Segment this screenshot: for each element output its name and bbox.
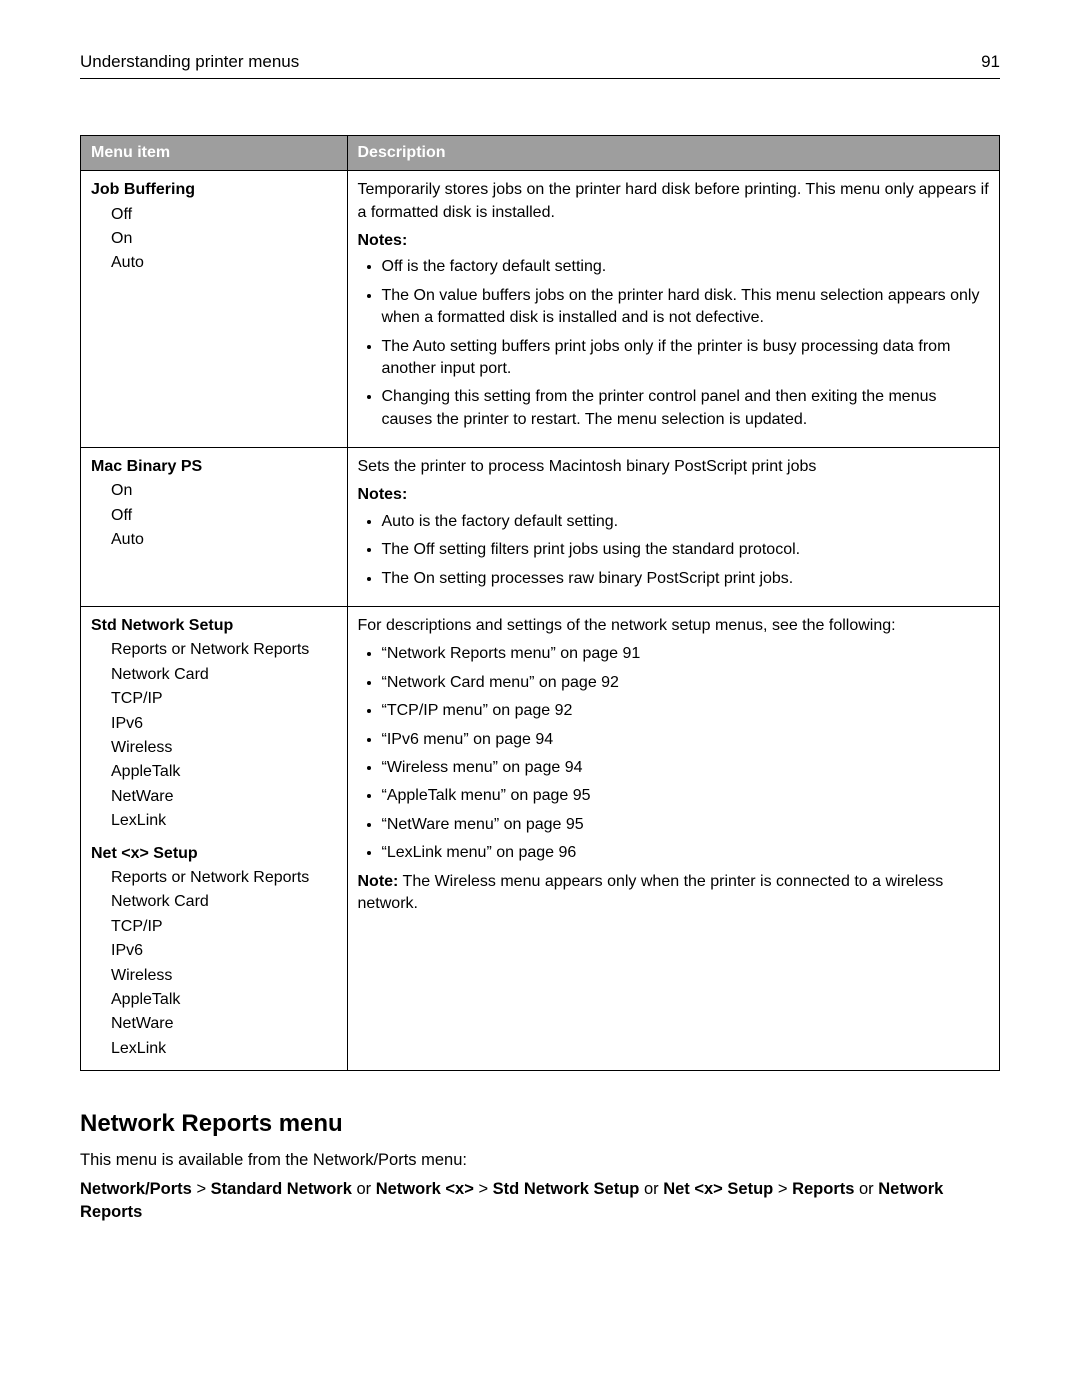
note-item: The On setting processes raw binary Post… bbox=[382, 568, 990, 590]
crumb-part: Standard Network bbox=[211, 1180, 352, 1198]
menu-option: Network Card bbox=[111, 891, 337, 913]
link-item: “IPv6 menu” on page 94 bbox=[382, 729, 990, 751]
link-item: “Network Reports menu” on page 91 bbox=[382, 643, 990, 665]
menu-item-title: Mac Binary PS bbox=[91, 456, 337, 478]
note-item: Changing this setting from the printer c… bbox=[382, 386, 990, 431]
menu-item-title: Net <x> Setup bbox=[91, 843, 337, 865]
notes-label: Notes: bbox=[358, 484, 990, 506]
description-intro: Sets the printer to process Macintosh bi… bbox=[358, 456, 990, 478]
link-item: “NetWare menu” on page 95 bbox=[382, 814, 990, 836]
note-label: Note: bbox=[358, 873, 399, 890]
table-row: Std Network Setup Reports or Network Rep… bbox=[81, 607, 1000, 1071]
menu-option: TCP/IP bbox=[111, 916, 337, 938]
menu-option: Wireless bbox=[111, 737, 337, 759]
section-intro: This menu is available from the Network/… bbox=[80, 1149, 1000, 1172]
col-menu-item: Menu item bbox=[81, 135, 348, 170]
menu-item-options: On Off Auto bbox=[111, 480, 337, 551]
note-item: The Auto setting buffers print jobs only… bbox=[382, 336, 990, 381]
menu-option: IPv6 bbox=[111, 713, 337, 735]
crumb-or: or bbox=[352, 1180, 376, 1198]
menu-item-cell: Job Buffering Off On Auto bbox=[81, 171, 348, 448]
menu-item-cell: Std Network Setup Reports or Network Rep… bbox=[81, 607, 348, 1071]
menu-item-title: Std Network Setup bbox=[91, 615, 337, 637]
crumb-part: Net <x> Setup bbox=[663, 1180, 773, 1198]
menu-option: NetWare bbox=[111, 1013, 337, 1035]
menu-table: Menu item Description Job Buffering Off … bbox=[80, 135, 1000, 1071]
menu-option: Wireless bbox=[111, 965, 337, 987]
menu-option: IPv6 bbox=[111, 940, 337, 962]
page-number: 91 bbox=[981, 50, 1000, 74]
menu-item-title: Job Buffering bbox=[91, 179, 337, 201]
link-item: “AppleTalk menu” on page 95 bbox=[382, 785, 990, 807]
note-text: The Wireless menu appears only when the … bbox=[358, 873, 944, 912]
wireless-note: Note: The Wireless menu appears only whe… bbox=[358, 871, 990, 916]
page: Understanding printer menus 91 Menu item… bbox=[0, 0, 1080, 1397]
description-cell: For descriptions and settings of the net… bbox=[347, 607, 1000, 1071]
table-row: Job Buffering Off On Auto Temporarily st… bbox=[81, 171, 1000, 448]
note-item: Auto is the factory default setting. bbox=[382, 511, 990, 533]
menu-item-options: Off On Auto bbox=[111, 204, 337, 275]
col-description: Description bbox=[347, 135, 1000, 170]
notes-list: Auto is the factory default setting. The… bbox=[358, 511, 990, 590]
menu-option: Auto bbox=[111, 252, 337, 274]
menu-item-cell: Mac Binary PS On Off Auto bbox=[81, 448, 348, 607]
menu-option: AppleTalk bbox=[111, 989, 337, 1011]
link-item: “LexLink menu” on page 96 bbox=[382, 842, 990, 864]
link-item: “Network Card menu” on page 92 bbox=[382, 672, 990, 694]
link-item: “TCP/IP menu” on page 92 bbox=[382, 700, 990, 722]
menu-item-options: Reports or Network Reports Network Card … bbox=[111, 639, 337, 832]
header-title: Understanding printer menus bbox=[80, 50, 299, 74]
menu-option: On bbox=[111, 228, 337, 250]
description-cell: Temporarily stores jobs on the printer h… bbox=[347, 171, 1000, 448]
notes-list: Off is the factory default setting. The … bbox=[358, 256, 990, 431]
menu-option: Off bbox=[111, 505, 337, 527]
running-header: Understanding printer menus 91 bbox=[80, 50, 1000, 79]
menu-option: Auto bbox=[111, 529, 337, 551]
notes-label: Notes: bbox=[358, 230, 990, 252]
crumb-part: Network/Ports bbox=[80, 1180, 192, 1198]
menu-option: LexLink bbox=[111, 1038, 337, 1060]
table-row: Mac Binary PS On Off Auto Sets the print… bbox=[81, 448, 1000, 607]
menu-item-options: Reports or Network Reports Network Card … bbox=[111, 867, 337, 1060]
menu-option: Network Card bbox=[111, 664, 337, 686]
note-item: The On value buffers jobs on the printer… bbox=[382, 285, 990, 330]
crumb-sep: > bbox=[773, 1180, 792, 1198]
description-intro: For descriptions and settings of the net… bbox=[358, 615, 990, 637]
crumb-part: Std Network Setup bbox=[493, 1180, 640, 1198]
crumb-or: or bbox=[854, 1180, 878, 1198]
breadcrumb: Network/Ports > Standard Network or Netw… bbox=[80, 1178, 1000, 1224]
description-intro: Temporarily stores jobs on the printer h… bbox=[358, 179, 990, 224]
link-list: “Network Reports menu” on page 91 “Netwo… bbox=[358, 643, 990, 864]
menu-option: LexLink bbox=[111, 810, 337, 832]
menu-option: TCP/IP bbox=[111, 688, 337, 710]
menu-option: NetWare bbox=[111, 786, 337, 808]
menu-option: Reports or Network Reports bbox=[111, 867, 337, 889]
section-heading: Network Reports menu bbox=[80, 1107, 1000, 1141]
menu-option: Reports or Network Reports bbox=[111, 639, 337, 661]
crumb-sep: > bbox=[192, 1180, 211, 1198]
menu-option: Off bbox=[111, 204, 337, 226]
description-cell: Sets the printer to process Macintosh bi… bbox=[347, 448, 1000, 607]
crumb-part: Network <x> bbox=[376, 1180, 474, 1198]
crumb-or: or bbox=[639, 1180, 663, 1198]
menu-option: On bbox=[111, 480, 337, 502]
note-item: The Off setting filters print jobs using… bbox=[382, 539, 990, 561]
menu-option: AppleTalk bbox=[111, 761, 337, 783]
crumb-part: Reports bbox=[792, 1180, 854, 1198]
link-item: “Wireless menu” on page 94 bbox=[382, 757, 990, 779]
note-item: Off is the factory default setting. bbox=[382, 256, 990, 278]
crumb-sep: > bbox=[474, 1180, 493, 1198]
